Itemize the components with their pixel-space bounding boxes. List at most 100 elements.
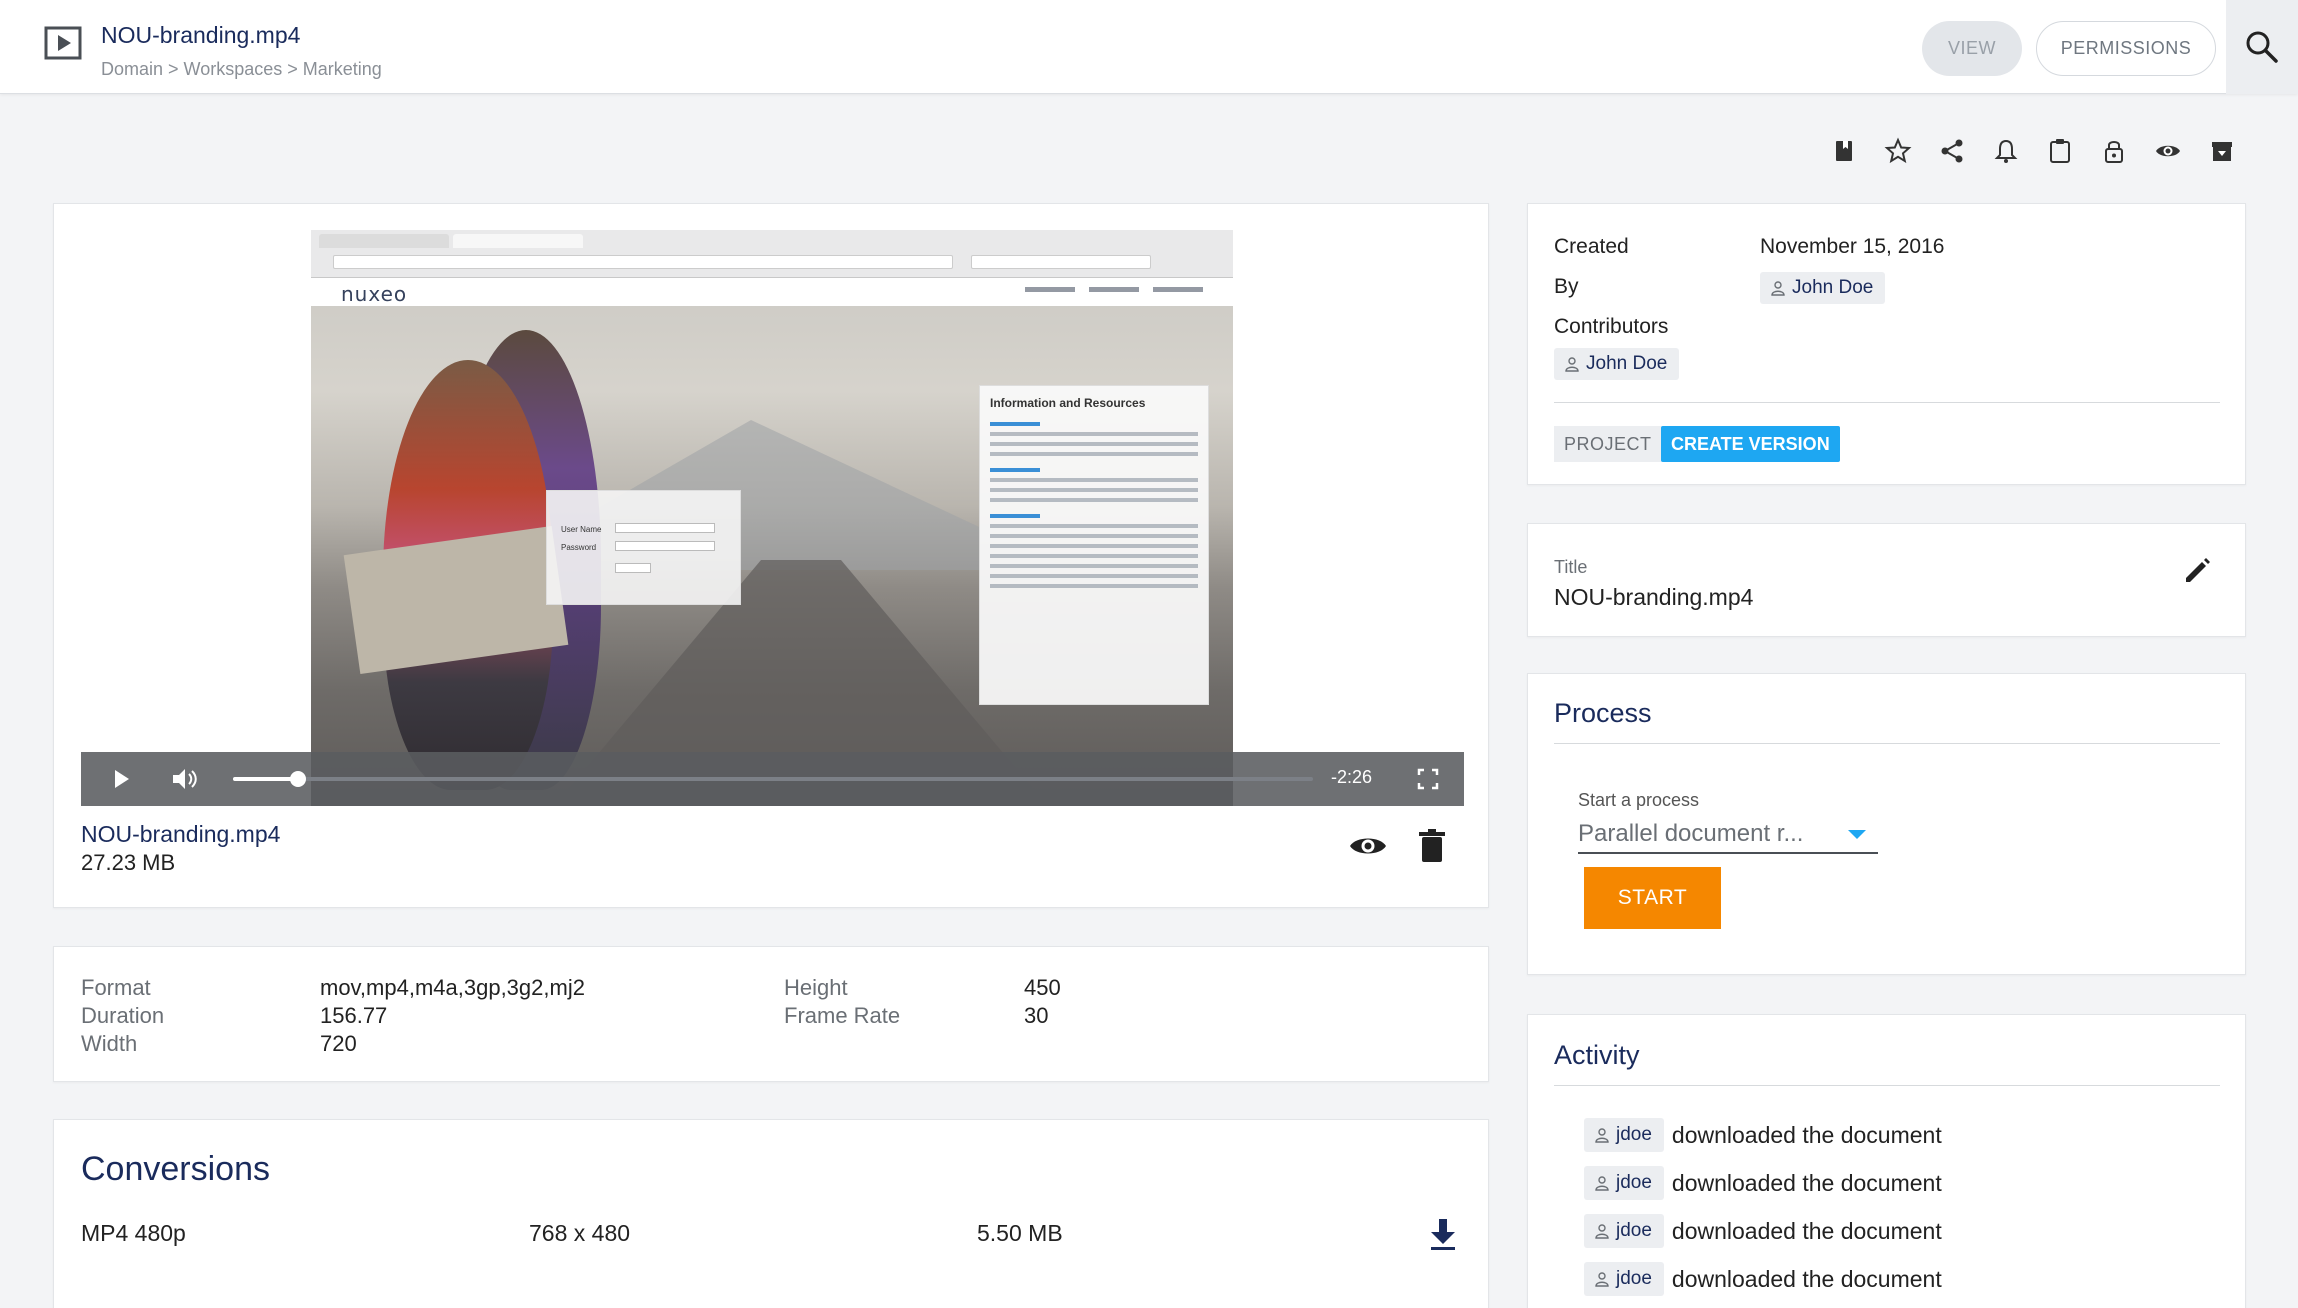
frame-rate-value: 30 (1024, 1003, 1049, 1028)
process-card: Process Start a process Parallel documen… (1527, 673, 2246, 975)
video-login-user-label: User Name (561, 525, 602, 534)
document-metadata-card: Created November 15, 2016 By John Doe Co… (1527, 203, 2246, 485)
process-title: Process (1554, 698, 1652, 728)
user-icon (1771, 281, 1785, 296)
activity-title: Activity (1554, 1040, 1640, 1070)
format-label: Format (81, 975, 151, 1000)
fullscreen-icon[interactable] (1413, 764, 1443, 794)
width-value: 720 (320, 1031, 357, 1056)
created-date: November 15, 2016 (1760, 235, 1945, 258)
author-name: John Doe (1792, 277, 1874, 298)
activity-user-chip[interactable]: jdoe (1584, 1214, 1664, 1248)
file-name-link[interactable]: NOU-branding.mp4 (81, 821, 280, 848)
process-select[interactable]: Parallel document r... (1578, 816, 1878, 854)
video-player[interactable]: nuxeo User Name Password Information and… (81, 230, 1464, 806)
view-tab-button[interactable]: VIEW (1922, 21, 2022, 76)
activity-item: jdoe downloaded the document (1584, 1118, 1942, 1152)
download-icon[interactable] (1427, 1217, 1459, 1251)
activity-text: downloaded the document (1671, 1265, 1942, 1292)
divider (1554, 402, 2220, 403)
activity-user: jdoe (1616, 1172, 1652, 1193)
contributor-name: John Doe (1586, 353, 1668, 374)
bookmark-icon[interactable] (1830, 137, 1858, 165)
created-label: Created (1554, 235, 1629, 258)
activity-text: downloaded the document (1671, 1217, 1942, 1244)
search-icon (2246, 31, 2278, 63)
bell-icon[interactable] (1992, 137, 2020, 165)
video-login-panel: User Name Password (546, 490, 741, 605)
activity-user: jdoe (1616, 1268, 1652, 1289)
eye-icon[interactable] (2154, 137, 2182, 165)
media-info-card: Format mov,mp4,m4a,3gp,3g2,mj2 Duration … (53, 946, 1489, 1082)
activity-item: jdoe downloaded the document (1584, 1214, 1942, 1248)
video-preview-card: nuxeo User Name Password Information and… (53, 203, 1489, 908)
user-icon (1595, 1176, 1609, 1191)
title-value: NOU-branding.mp4 (1554, 584, 1754, 610)
user-icon (1595, 1224, 1609, 1239)
activity-text: downloaded the document (1671, 1121, 1942, 1148)
permissions-tab-button[interactable]: PERMISSIONS (2036, 21, 2216, 76)
activity-user-chip[interactable]: jdoe (1584, 1166, 1664, 1200)
eye-icon[interactable] (1348, 831, 1388, 861)
search-button[interactable] (2226, 0, 2298, 94)
frame-rate-label: Frame Rate (784, 1003, 901, 1028)
duration-label: Duration (81, 1003, 165, 1028)
caret-down-icon (1848, 830, 1866, 839)
height-label: Height (784, 975, 848, 1000)
user-icon (1595, 1272, 1609, 1287)
contributor-user-chip[interactable]: John Doe (1554, 348, 1680, 380)
user-icon (1595, 1128, 1609, 1143)
video-info-panel: Information and Resources (979, 385, 1209, 705)
conversion-dimensions: 768 x 480 (529, 1220, 631, 1246)
duration-value: 156.77 (320, 1003, 388, 1028)
divider (1554, 743, 2220, 744)
share-icon[interactable] (1938, 137, 1966, 165)
volume-icon[interactable] (169, 764, 199, 794)
activity-user: jdoe (1616, 1124, 1652, 1145)
breadcrumb[interactable]: Domain > Workspaces > Marketing (101, 59, 382, 80)
clipboard-icon[interactable] (2046, 137, 2074, 165)
contributors-label: Contributors (1554, 315, 1669, 338)
video-file-icon (44, 26, 82, 60)
activity-item: jdoe downloaded the document (1584, 1166, 1942, 1200)
title-card: Title NOU-branding.mp4 (1527, 523, 2246, 637)
process-selected-value: Parallel document r... (1578, 820, 1804, 847)
author-user-chip[interactable]: John Doe (1760, 272, 1886, 304)
lock-icon[interactable] (2100, 137, 2128, 165)
video-info-heading: Information and Resources (990, 396, 1146, 410)
format-value: mov,mp4,m4a,3gp,3g2,mj2 (320, 975, 585, 1000)
video-site-nav: nuxeo (311, 278, 1233, 306)
video-progress-track[interactable] (233, 771, 1313, 787)
time-remaining: -2:26 (1331, 767, 1373, 787)
top-header: NOU-branding.mp4 Domain > Workspaces > M… (0, 0, 2298, 94)
start-process-label: Start a process (1578, 790, 1700, 810)
height-value: 450 (1024, 975, 1061, 1000)
video-site-logo: nuxeo (341, 282, 408, 306)
start-process-button[interactable]: START (1584, 867, 1721, 929)
conversion-name: MP4 480p (81, 1220, 186, 1246)
divider (1554, 1085, 2220, 1086)
video-login-pass-label: Password (561, 543, 597, 552)
conversion-size: 5.50 MB (977, 1220, 1063, 1246)
trash-icon[interactable] (1417, 828, 1447, 864)
user-icon (1565, 357, 1579, 372)
activity-user-chip[interactable]: jdoe (1584, 1262, 1664, 1296)
archive-icon[interactable] (2208, 137, 2236, 165)
conversions-title: Conversions (81, 1150, 270, 1188)
file-size: 27.23 MB (81, 850, 176, 875)
title-label: Title (1554, 557, 1588, 577)
activity-user-chip[interactable]: jdoe (1584, 1118, 1664, 1152)
play-icon[interactable] (107, 765, 135, 793)
document-title: NOU-branding.mp4 (101, 22, 301, 48)
by-label: By (1554, 275, 1579, 298)
activity-card: Activity jdoe downloaded the document jd… (1527, 1014, 2246, 1308)
create-version-button[interactable]: CREATE VERSION (1661, 426, 1840, 462)
pencil-icon[interactable] (2182, 554, 2214, 586)
lifecycle-state-tag: PROJECT (1554, 426, 1662, 462)
video-progress-fill (233, 777, 298, 781)
video-progress-handle[interactable] (289, 771, 306, 787)
video-frame: nuxeo User Name Password Information and… (311, 230, 1233, 806)
conversions-card: Conversions MP4 480p 768 x 480 5.50 MB (53, 1119, 1489, 1308)
video-browser-bar (311, 230, 1233, 278)
star-icon[interactable] (1884, 137, 1912, 165)
